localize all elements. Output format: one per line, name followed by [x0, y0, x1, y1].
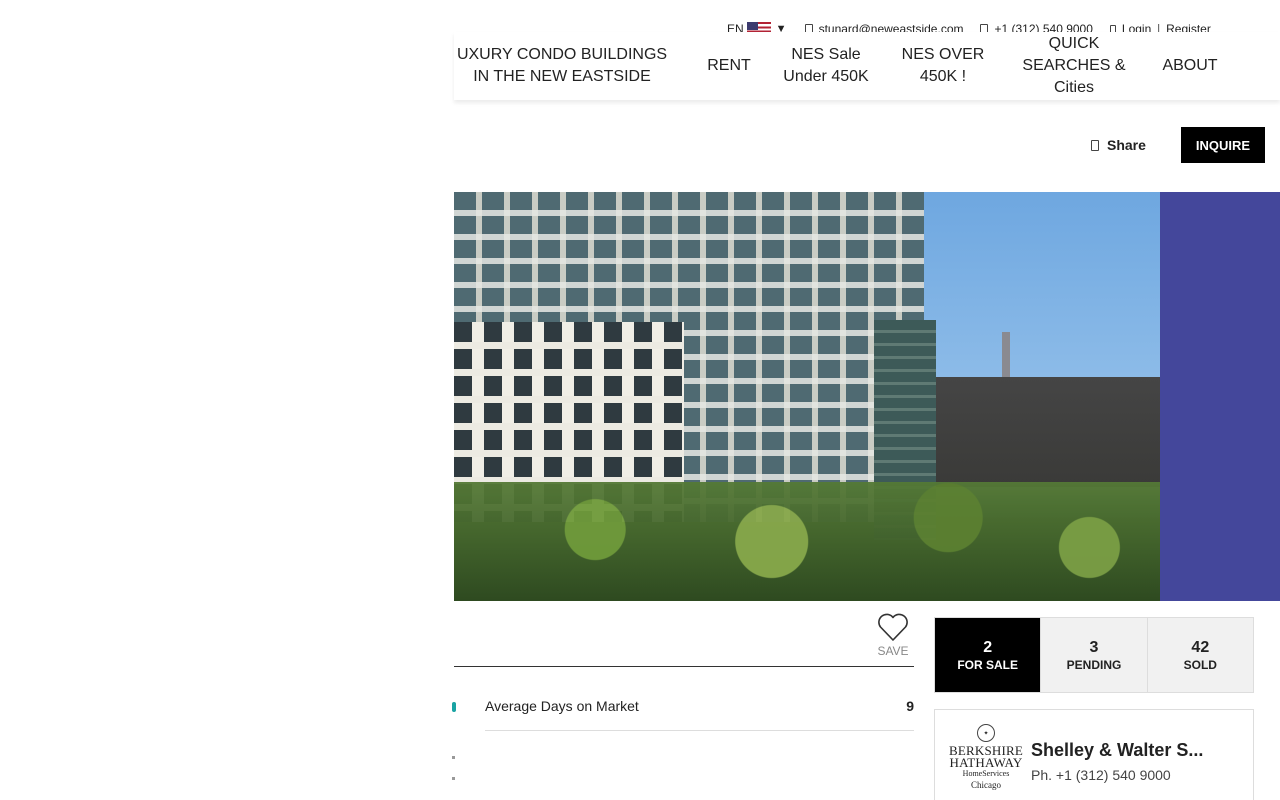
agent-phone: Ph. +1 (312) 540 9000: [1031, 767, 1171, 783]
count-pending[interactable]: 3 PENDING: [1040, 618, 1147, 692]
count-number: 42: [1191, 638, 1210, 656]
nav-item-nes-over[interactable]: NES OVER 450K !: [899, 44, 987, 88]
count-number: 2: [983, 638, 993, 656]
logo-line2: HATHAWAY: [949, 755, 1023, 770]
count-label: PENDING: [1066, 657, 1122, 672]
save-button[interactable]: SAVE: [875, 612, 911, 658]
divider: [485, 730, 914, 731]
stat-average-days: Average Days on Market 9: [485, 698, 914, 714]
logo-line3: HomeServices: [962, 769, 1010, 778]
stat-indicator: [452, 777, 455, 780]
nav-item-rent[interactable]: RENT: [704, 55, 754, 77]
share-button[interactable]: Share: [1091, 137, 1146, 153]
logo-line4: Chicago: [971, 780, 1001, 790]
count-number: 3: [1089, 638, 1099, 656]
seal-icon: ✦: [977, 724, 995, 742]
stat-indicator: [452, 702, 456, 712]
stat-indicator: [452, 756, 455, 759]
agent-card[interactable]: ✦ BERKSHIRE HATHAWAY HomeServices Chicag…: [934, 709, 1254, 800]
brokerage-logo: ✦ BERKSHIRE HATHAWAY HomeServices Chicag…: [949, 724, 1023, 791]
count-for-sale[interactable]: 2 FOR SALE: [935, 618, 1041, 692]
nav-item-quick-searches[interactable]: QUICK SEARCHES & Cities: [1019, 33, 1129, 99]
heart-icon: [878, 613, 908, 641]
divider: [454, 666, 914, 667]
count-sold[interactable]: 42 SOLD: [1146, 618, 1253, 692]
stat-value: 9: [906, 698, 914, 714]
stat-label: Average Days on Market: [485, 698, 639, 714]
agent-name: Shelley & Walter S...: [1031, 740, 1204, 760]
nav-brand[interactable]: UXURY CONDO BUILDINGS IN THE NEW EASTSID…: [454, 44, 670, 88]
nav-item-about[interactable]: ABOUT: [1159, 55, 1221, 77]
share-icon: [1091, 139, 1099, 151]
inquire-button[interactable]: INQUIRE: [1181, 127, 1265, 163]
hero-image: [454, 192, 1280, 601]
save-label: SAVE: [877, 644, 909, 658]
hero-side-panel: [1160, 192, 1280, 601]
share-label: Share: [1107, 137, 1146, 153]
count-label: SOLD: [1183, 657, 1217, 672]
listing-counts: 2 FOR SALE 3 PENDING 42 SOLD: [934, 617, 1254, 693]
building-photo: [454, 192, 1160, 601]
nav-item-nes-sale[interactable]: NES Sale Under 450K: [776, 44, 876, 88]
count-label: FOR SALE: [957, 657, 1018, 672]
main-nav: UXURY CONDO BUILDINGS IN THE NEW EASTSID…: [454, 32, 1280, 100]
